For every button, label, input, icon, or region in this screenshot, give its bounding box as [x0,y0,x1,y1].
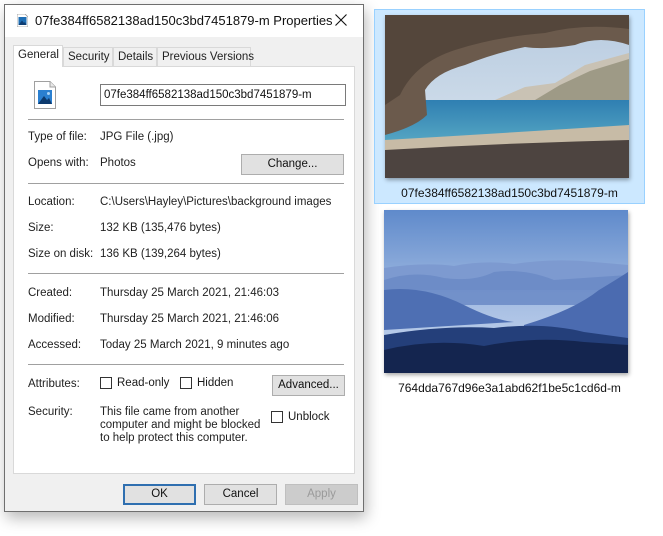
size-label: Size: [28,222,54,234]
cancel-button[interactable]: Cancel [204,484,277,505]
location-label: Location: [28,196,75,208]
window-title: 07fe384ff6582138ad150c3bd7451879-m Prope… [35,13,333,28]
general-panel: Type of file: JPG File (.jpg) Opens with… [13,66,355,474]
accessed-label: Accessed: [28,339,82,351]
properties-dialog: 07fe384ff6582138ad150c3bd7451879-m Prope… [4,4,364,512]
read-only-label: Read-only [117,377,170,389]
security-message: This file came from another computer and… [100,406,261,444]
checkbox-box[interactable] [100,377,112,389]
created-value: Thursday 25 March 2021, 21:46:03 [100,287,280,299]
change-button[interactable]: Change... [241,154,344,175]
accessed-value: Today 25 March 2021, 9 minutes ago [100,339,290,351]
advanced-button[interactable]: Advanced... [272,375,345,396]
created-label: Created: [28,287,73,299]
modified-label: Modified: [28,313,75,325]
separator [28,183,344,184]
size-value: 132 KB (135,476 bytes) [100,222,221,234]
beach-cave-photo [385,15,629,178]
file-name-label: 764dda767d96e3a1abd62f1be5c1cd6d-m [398,381,621,395]
tab-general[interactable]: General [13,45,63,67]
hidden-checkbox[interactable]: Hidden [180,377,233,389]
read-only-checkbox[interactable]: Read-only [100,377,169,389]
close-button[interactable] [319,5,363,35]
unblock-label: Unblock [288,411,330,423]
hidden-label: Hidden [197,377,234,389]
file-name-input[interactable] [100,84,346,106]
image-file-icon [34,81,56,109]
checkbox-box[interactable] [271,411,283,423]
type-of-file-label: Type of file: [28,131,87,143]
checkbox-box[interactable] [180,377,192,389]
apply-button: Apply [285,484,358,505]
unblock-checkbox[interactable]: Unblock [271,411,330,423]
separator [28,364,344,365]
tab-previous-versions[interactable]: Previous Versions [157,47,254,66]
ok-button[interactable]: OK [123,484,196,505]
attributes-label: Attributes: [28,378,80,390]
tab-details[interactable]: Details [113,47,157,66]
file-name-label: 07fe384ff6582138ad150c3bd7451879-m [401,186,618,200]
misty-mountains-photo [384,210,628,373]
image-file-icon [17,14,28,27]
close-icon [335,14,347,26]
size-on-disk-value: 136 KB (139,264 bytes) [100,248,221,260]
location-value: C:\Users\Hayley\Pictures\background imag… [100,196,332,208]
file-item[interactable]: 764dda767d96e3a1abd62f1be5c1cd6d-m [374,205,645,400]
beach-cave-thumbnail [385,15,629,178]
type-of-file-value: JPG File (.jpg) [100,131,174,143]
opens-with-label: Opens with: [28,157,89,169]
file-item-selected[interactable]: 07fe384ff6582138ad150c3bd7451879-m [374,9,645,204]
security-label: Security: [28,406,73,418]
separator [28,119,344,120]
size-on-disk-label: Size on disk: [28,248,94,260]
title-bar[interactable]: 07fe384ff6582138ad150c3bd7451879-m Prope… [5,5,363,37]
tab-security[interactable]: Security [63,47,113,66]
misty-mountains-thumbnail [384,210,628,373]
separator [28,273,344,274]
modified-value: Thursday 25 March 2021, 21:46:06 [100,313,280,325]
opens-with-value: Photos [100,157,136,169]
